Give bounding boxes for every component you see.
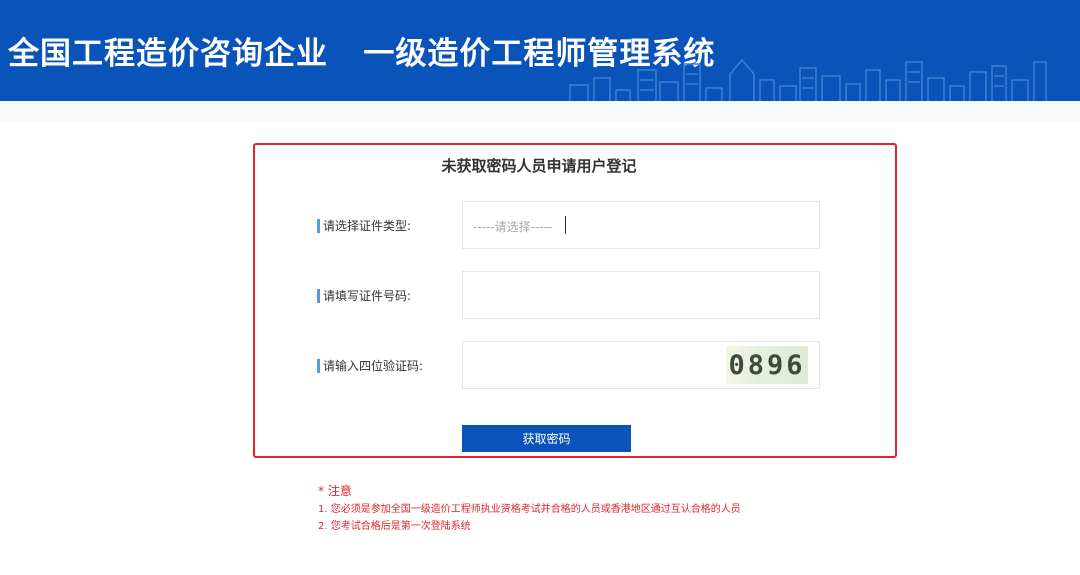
notice-heading: * 注意 — [318, 484, 352, 498]
form-title: 未获取密码人员申请用户登记 — [441, 157, 637, 175]
captcha-label: 请输入四位验证码: — [317, 359, 463, 373]
id-type-placeholder: -----请选择----- — [473, 220, 553, 234]
header-banner: 全国工程造价咨询企业 一级造价工程师管理系统 — [0, 0, 1080, 101]
id-number-label: 请填写证件号码: — [317, 289, 463, 303]
notice-item: 2. 您考试合格后是第一次登陆系统 — [318, 521, 471, 532]
text-cursor — [565, 216, 566, 234]
id-type-label: 请选择证件类型: — [317, 219, 463, 233]
get-password-button[interactable]: 获取密码 — [462, 425, 631, 452]
registration-form: 未获取密码人员申请用户登记 请选择证件类型: -----请选择----- 请填写… — [253, 143, 897, 458]
notice-section: * 注意 1. 您必须是参加全国一级造价工程师执业资格考试并合格的人员或香港地区… — [318, 482, 741, 533]
city-skyline-icon — [569, 58, 1047, 101]
id-number-field[interactable] — [462, 271, 820, 319]
notice-item: 1. 您必须是参加全国一级造价工程师执业资格考试并合格的人员或香港地区通过互认合… — [318, 504, 741, 515]
captcha-image[interactable]: 0896 — [726, 346, 808, 384]
id-type-select[interactable]: -----请选择----- — [462, 201, 820, 249]
header-gap — [0, 101, 1080, 121]
captcha-input[interactable]: 0896 — [462, 341, 820, 389]
